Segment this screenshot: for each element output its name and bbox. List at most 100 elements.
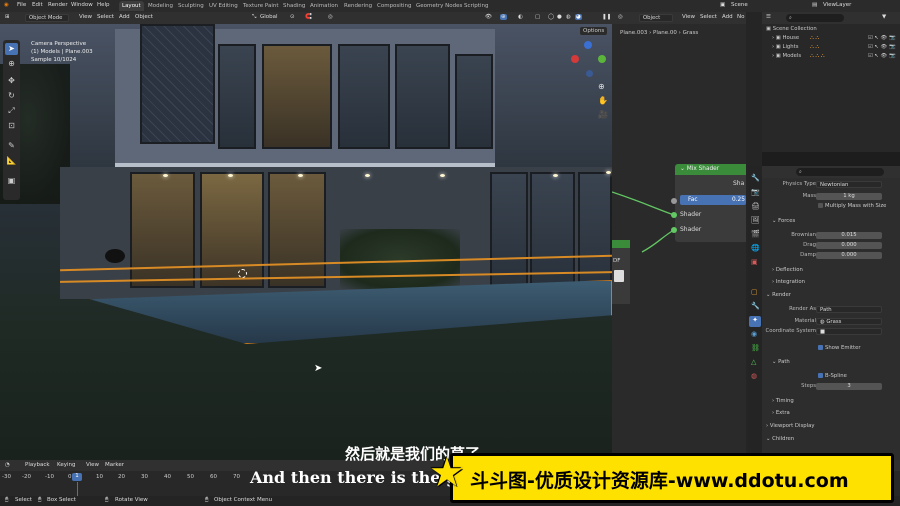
shading-wireframe-icon[interactable]: ◯ [548, 14, 554, 20]
outliner-item-lights[interactable]: › ▣ Lights ⛬ ⛬ ☑ ↖ 👁 📷 [772, 44, 900, 53]
principled-bsdf-node[interactable]: DF [612, 240, 630, 304]
shader-socket-1[interactable] [671, 212, 677, 218]
tab-texture-paint[interactable]: Texture Paint [240, 1, 282, 11]
brownian-field[interactable]: 0.015 [816, 232, 882, 239]
fac-socket[interactable] [671, 198, 677, 204]
multiply-mass-checkbox[interactable]: Multiply Mass with Size [818, 203, 886, 212]
tab-shading[interactable]: Shading [280, 1, 308, 11]
blender-logo-icon[interactable]: ◉ [4, 2, 9, 8]
gizmo-x-axis[interactable] [571, 55, 579, 63]
pan-hand-icon[interactable]: ✋ [598, 96, 608, 105]
pause-icon[interactable]: ❚❚ [602, 14, 611, 20]
tab-layout[interactable]: Layout [119, 1, 144, 11]
integration-section[interactable]: › Integration [772, 279, 805, 285]
deflection-section[interactable]: › Deflection [772, 267, 803, 273]
extra-section[interactable]: › Extra [772, 410, 790, 416]
color-swatch[interactable] [614, 270, 624, 282]
shading-rendered-icon[interactable]: ◕ [575, 14, 582, 20]
overlay-icon[interactable]: ◐ [518, 14, 523, 20]
vp-menu-select[interactable]: Select [97, 14, 114, 20]
shading-solid-icon[interactable]: ● [557, 14, 562, 20]
bspline-checkbox[interactable]: B-Spline [818, 373, 847, 382]
current-frame-indicator[interactable]: 1 [72, 473, 82, 481]
shader-socket-2[interactable] [671, 227, 677, 233]
scene-name[interactable]: Scene [731, 2, 748, 8]
tab-modeling[interactable]: Modeling [145, 1, 176, 11]
timeline-menu-view[interactable]: View [86, 462, 99, 468]
annotate-tool-icon[interactable]: ✎ [5, 140, 18, 152]
editor-type-icon[interactable]: ⊞ [5, 14, 10, 20]
steps-field[interactable]: 3 [816, 383, 882, 390]
vp-menu-add[interactable]: Add [119, 14, 130, 20]
zoom-icon[interactable]: ⊕ [598, 82, 605, 91]
data-tab-icon[interactable]: △ [751, 358, 756, 366]
measure-tool-icon[interactable]: 📐 [5, 155, 18, 167]
viewlayer-name[interactable]: ViewLayer [823, 2, 851, 8]
camera-view-icon[interactable]: 🎥 [598, 110, 608, 119]
fac-slider[interactable]: Fac 0.25 [680, 195, 746, 205]
timeline-type-icon[interactable]: ◔ [5, 462, 10, 468]
tab-rendering[interactable]: Rendering [341, 1, 375, 11]
viewport-display-section[interactable]: › Viewport Display [766, 423, 814, 429]
3d-viewport[interactable]: ➤ Camera Perspective (1) Models | Plane.… [0, 24, 612, 460]
tab-animation[interactable]: Animation [307, 1, 341, 11]
render-tab-icon[interactable]: 📷 [751, 188, 760, 196]
outliner-item-house[interactable]: › ▣ House ⛬ ⛬ ☑ ↖ 👁 📷 [772, 35, 900, 44]
view-layer-tab-icon[interactable]: 🖼 [751, 216, 760, 224]
cursor-tool-icon[interactable]: ⊕ [5, 58, 18, 70]
gizmo-z-axis[interactable] [584, 41, 592, 49]
menu-help[interactable]: Help [97, 2, 110, 8]
outliner-search-input[interactable]: ⌕ [786, 14, 844, 22]
output-tab-icon[interactable]: 🖨 [751, 202, 760, 210]
options-button[interactable]: Options [580, 27, 608, 35]
object-tab-icon[interactable]: ▢ [751, 288, 758, 296]
timeline-menu-marker[interactable]: Marker [105, 462, 124, 468]
outliner-root[interactable]: ▣ Scene Collection [766, 26, 817, 35]
render-as-select[interactable]: Path [816, 306, 882, 313]
timeline-menu-playback[interactable]: Playback [25, 462, 50, 468]
orientation-select[interactable]: Global [260, 14, 278, 20]
select-tool-icon[interactable]: ➤ [5, 43, 18, 55]
snap-icon[interactable]: 🧲 [305, 14, 312, 20]
collection-tab-icon[interactable]: ▣ [751, 258, 758, 266]
transform-tool-icon[interactable]: ⊡ [5, 120, 18, 132]
drag-field[interactable]: 0.000 [816, 242, 882, 249]
gizmo-toggle-icon[interactable]: ⊕ [500, 14, 507, 20]
mix-shader-header[interactable]: ⌄ Mix Shader [675, 164, 746, 175]
menu-render[interactable]: Render [48, 2, 68, 8]
outliner-item-models[interactable]: › ▣ Models ⛬ ⛬ ⛬ ☑ ↖ 👁 📷 [772, 53, 900, 62]
add-cube-tool-icon[interactable]: ▣ [5, 175, 18, 187]
forces-section[interactable]: ⌄ Forces [772, 218, 795, 224]
filter-icon[interactable]: ▼ [882, 14, 886, 20]
vp-menu-view[interactable]: View [79, 14, 92, 20]
properties-panel[interactable]: ⌕ Physics Type Newtonian Mass 1 kg Multi… [762, 166, 900, 460]
menu-window[interactable]: Window [71, 2, 93, 8]
physics-tab-icon[interactable]: ◉ [751, 330, 757, 338]
mode-select[interactable]: Object Mode [25, 14, 69, 22]
visibility-icon[interactable]: 👁 [485, 14, 492, 20]
tab-sculpting[interactable]: Sculpting [175, 1, 207, 11]
outliner[interactable]: ☰ ⌕ ▼ ▣ Scene Collection › ▣ House ⛬ ⛬ ☑ … [762, 12, 900, 152]
move-tool-icon[interactable]: ✥ [5, 75, 18, 87]
3d-cursor-icon[interactable] [238, 269, 247, 278]
shader-node-editor[interactable]: ◎ Object View Select Add No Plane.003 › … [612, 12, 746, 460]
world-tab-icon[interactable]: 🌐 [751, 244, 760, 252]
damp-field[interactable]: 0.000 [816, 252, 882, 259]
material-tab-icon[interactable]: ◍ [751, 372, 757, 380]
render-section[interactable]: ⌄ Render [766, 292, 791, 298]
scene-tab-icon[interactable]: 🎬 [751, 230, 760, 238]
scale-tool-icon[interactable]: ⤢ [5, 105, 18, 117]
menu-file[interactable]: File [17, 2, 26, 8]
children-section[interactable]: ⌄ Children [766, 436, 794, 442]
modifier-tab-icon[interactable]: 🔧 [751, 302, 760, 310]
xray-icon[interactable]: ▢ [535, 14, 540, 20]
tool-tab-icon[interactable]: 🔧 [751, 174, 760, 182]
proportional-icon[interactable]: ◎ [328, 14, 333, 20]
shading-material-icon[interactable]: ◍ [566, 14, 571, 20]
tab-uv-editing[interactable]: UV Editing [206, 1, 241, 11]
physics-type-select[interactable]: Newtonian [816, 181, 882, 188]
pivot-icon[interactable]: ⊙ [290, 14, 295, 20]
gizmo-y-axis[interactable] [598, 55, 606, 63]
menu-edit[interactable]: Edit [32, 2, 43, 8]
coordinate-system-field[interactable]: ■ [816, 328, 882, 335]
